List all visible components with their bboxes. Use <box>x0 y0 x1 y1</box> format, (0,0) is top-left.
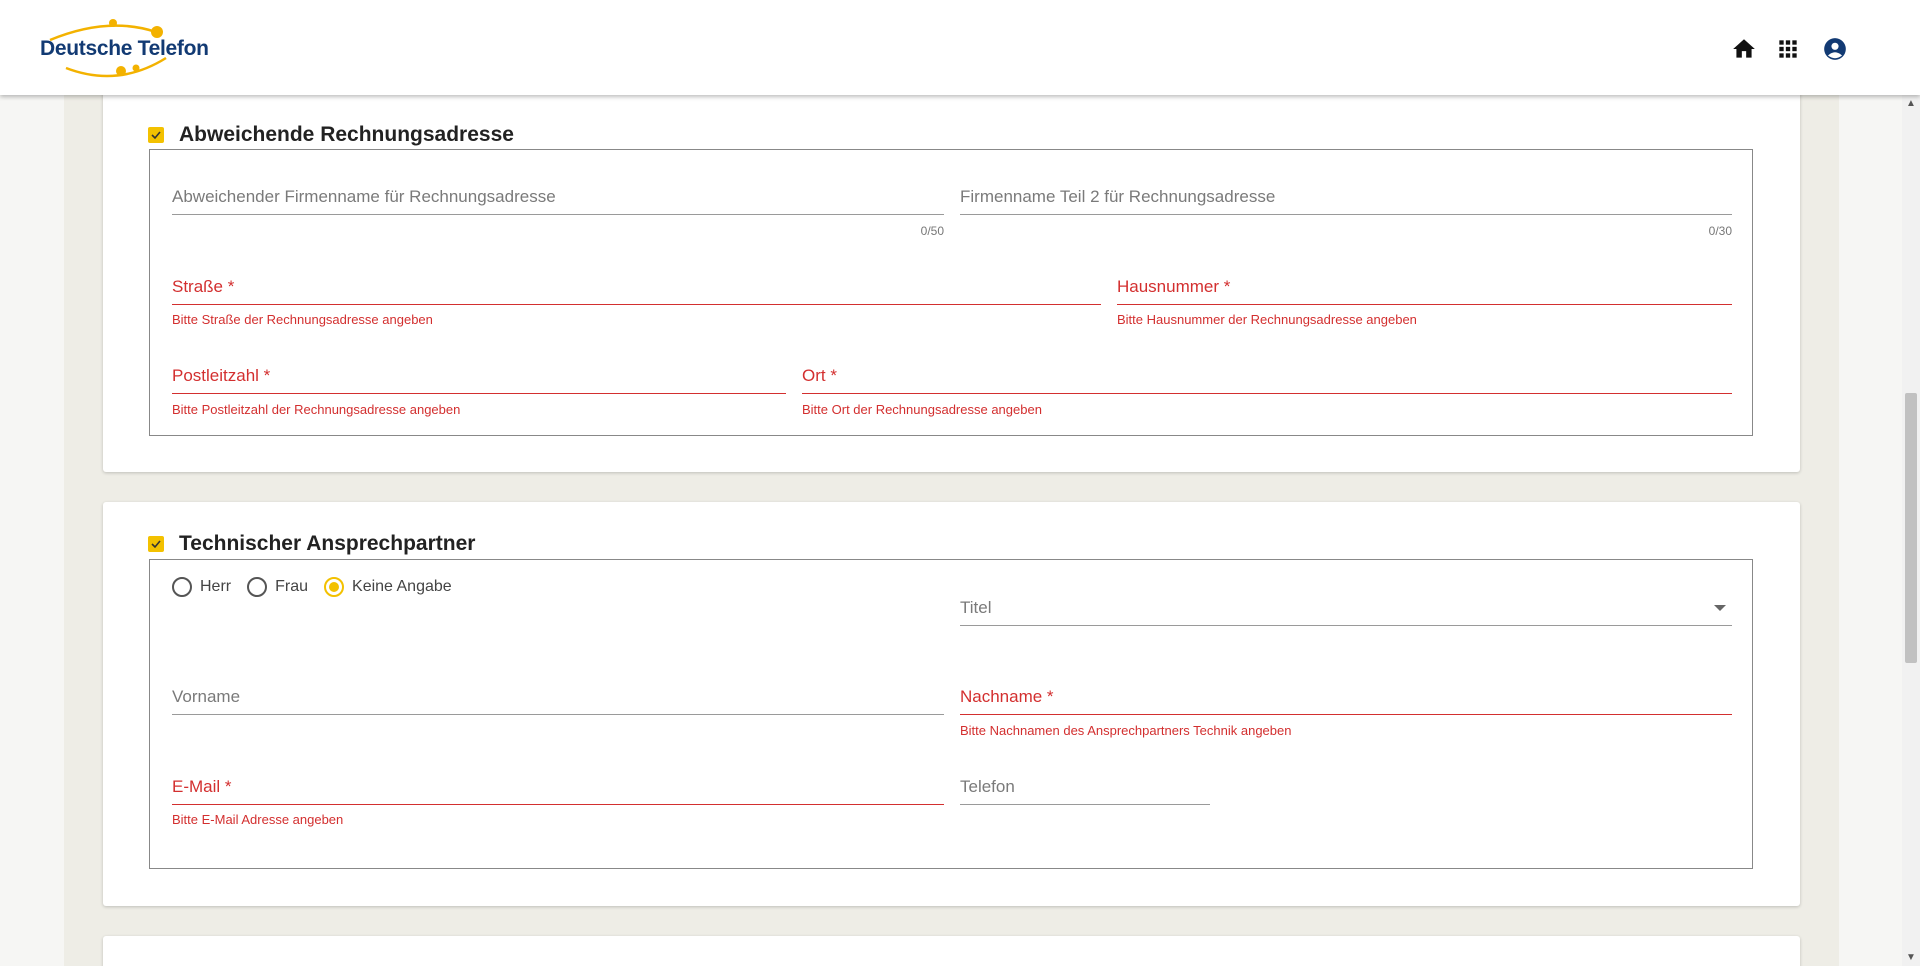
input-underline <box>1117 304 1732 305</box>
billing-street-error: Bitte Straße der Rechnungsadresse angebe… <box>172 312 433 327</box>
billing-street-label: Straße * <box>172 277 235 296</box>
salutation-radio-group: Herr Frau Keine Angabe <box>172 577 468 597</box>
salutation-label: Frau <box>275 578 309 595</box>
email-label: E-Mail * <box>172 777 232 796</box>
title-select[interactable]: Titel <box>960 590 1732 626</box>
billing-company-name2-field[interactable]: Firmenname Teil 2 für Rechnungsadresse <box>960 180 1732 215</box>
firstname-label: Vorname <box>172 687 241 706</box>
checkmark-icon <box>151 131 161 140</box>
lastname-error: Bitte Nachnamen des Ansprechpartners Tec… <box>960 723 1292 738</box>
salutation-label: Keine Angabe <box>352 578 452 595</box>
apps-grid-icon[interactable] <box>1775 36 1801 62</box>
firstname-field[interactable]: Vorname <box>172 679 944 715</box>
input-underline <box>172 214 944 215</box>
app-header: Deutsche Telefon <box>0 0 1920 95</box>
home-icon[interactable] <box>1731 36 1757 62</box>
technical-contact-header: Technischer Ansprechpartner <box>148 532 475 556</box>
scroll-up-arrow-icon[interactable]: ▲ <box>1906 98 1916 109</box>
input-underline <box>960 214 1732 215</box>
billing-city-field[interactable]: Ort * <box>802 359 1732 394</box>
input-underline <box>172 304 1101 305</box>
salutation-label: Herr <box>200 578 232 595</box>
radio-circle <box>324 577 345 597</box>
lastname-field[interactable]: Nachname * <box>960 679 1732 715</box>
technical-contact-title: Technischer Ansprechpartner <box>179 532 476 555</box>
billing-street-field[interactable]: Straße * <box>172 270 1101 305</box>
salutation-radio-herr[interactable]: Herr <box>172 577 231 597</box>
account-circle-icon[interactable] <box>1822 36 1848 62</box>
input-underline <box>172 714 944 715</box>
billing-address-header: Abweichende Rechnungsadresse <box>148 123 514 147</box>
chevron-down-icon <box>1714 605 1726 611</box>
input-underline <box>960 804 1210 805</box>
phone-label: Telefon <box>960 777 1015 796</box>
email-field[interactable]: E-Mail * <box>172 769 944 805</box>
billing-house-number-label: Hausnummer * <box>1117 277 1231 296</box>
billing-address-checkbox[interactable] <box>148 127 164 143</box>
billing-company-name2-label: Firmenname Teil 2 für Rechnungsadresse <box>960 187 1276 206</box>
billing-address-title: Abweichende Rechnungsadresse <box>179 123 514 146</box>
lastname-label: Nachname * <box>960 687 1054 706</box>
input-underline <box>172 393 786 394</box>
deutsche-telefon-logo[interactable]: Deutsche Telefon <box>38 18 209 78</box>
billing-company-name-label: Abweichender Firmenname für Rechnungsadr… <box>172 187 556 206</box>
next-section-card <box>103 936 1800 966</box>
billing-company-name-counter: 0/50 <box>920 224 944 238</box>
salutation-radio-frau[interactable]: Frau <box>247 577 308 597</box>
billing-zip-field[interactable]: Postleitzahl * <box>172 359 786 394</box>
logo-text: Deutsche Telefon <box>40 37 209 60</box>
input-underline <box>172 804 944 805</box>
input-underline <box>960 625 1732 626</box>
billing-zip-error: Bitte Postleitzahl der Rechnungsadresse … <box>172 402 461 417</box>
billing-city-label: Ort * <box>802 366 837 385</box>
billing-city-error: Bitte Ort der Rechnungsadresse angeben <box>802 402 1042 417</box>
billing-company-name-field[interactable]: Abweichender Firmenname für Rechnungsadr… <box>172 180 944 215</box>
email-error: Bitte E-Mail Adresse angeben <box>172 812 344 827</box>
billing-zip-label: Postleitzahl * <box>172 366 271 385</box>
technical-contact-checkbox[interactable] <box>148 536 164 552</box>
billing-house-number-error: Bitte Hausnummer der Rechnungsadresse an… <box>1117 312 1417 327</box>
radio-circle <box>247 577 268 597</box>
scroll-down-arrow-icon[interactable]: ▼ <box>1906 952 1916 963</box>
scrollbar-thumb[interactable] <box>1905 393 1917 663</box>
radio-circle <box>172 577 192 597</box>
phone-field[interactable]: Telefon <box>960 769 1210 805</box>
title-select-label: Titel <box>960 598 992 617</box>
billing-house-number-field[interactable]: Hausnummer * <box>1117 270 1732 305</box>
input-underline <box>802 393 1732 394</box>
salutation-radio-keine-angabe[interactable]: Keine Angabe <box>324 577 452 597</box>
checkmark-icon <box>151 540 161 549</box>
input-underline <box>960 714 1732 715</box>
billing-company-name2-counter: 0/30 <box>1708 224 1732 238</box>
